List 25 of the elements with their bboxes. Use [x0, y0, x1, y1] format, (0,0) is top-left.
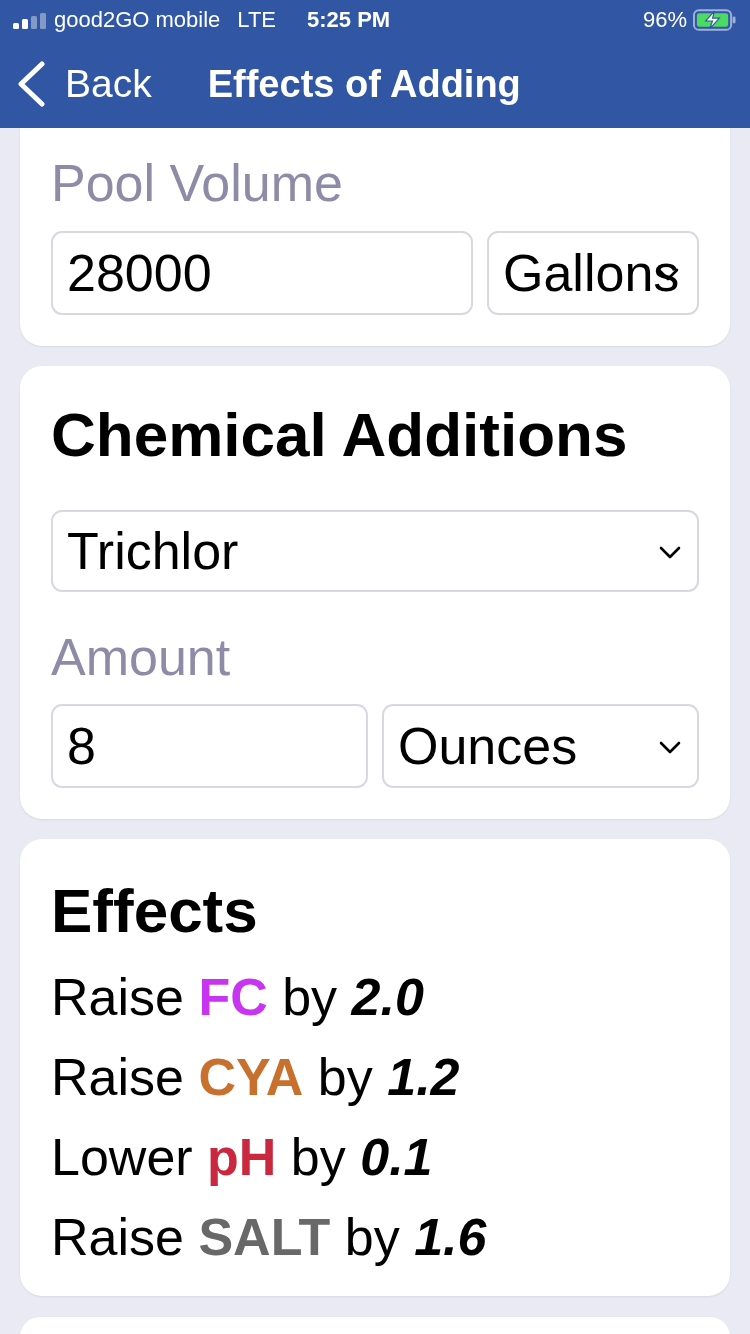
pool-volume-input[interactable]: 28000	[51, 231, 473, 315]
chevron-left-icon	[17, 61, 45, 107]
effect-line: Raise FC by 2.0	[51, 967, 425, 1028]
back-button[interactable]: Back	[17, 61, 152, 107]
chevron-down-icon	[659, 546, 681, 559]
effects-heading: Effects	[51, 875, 259, 947]
signal-icon	[13, 12, 46, 29]
chemical-select[interactable]: Trichlor	[51, 510, 699, 592]
amount-input[interactable]: 8	[51, 704, 368, 788]
carrier-name: good2GO mobile	[54, 7, 221, 33]
clock-time: 5:25 PM	[307, 7, 391, 33]
effect-line: Raise SALT by 1.6	[51, 1207, 488, 1268]
chemical-additions-heading: Chemical Additions	[51, 399, 629, 471]
chevron-down-icon	[659, 741, 681, 754]
chevron-down-icon	[657, 268, 679, 281]
pool-volume-label: Pool Volume	[51, 153, 344, 214]
battery-percent: 96%	[642, 7, 687, 33]
amount-label: Amount	[51, 627, 232, 688]
battery-charging-icon	[693, 9, 736, 31]
amount-unit-select[interactable]: Ounces	[382, 704, 699, 788]
screen-title: Effects of Adding	[207, 62, 521, 106]
effect-line: Raise CYA by 1.2	[51, 1047, 461, 1108]
network-type: LTE	[237, 7, 277, 33]
volume-unit-select[interactable]: Gallons	[487, 231, 699, 315]
effect-line: Lower pH by 0.1	[51, 1127, 434, 1188]
